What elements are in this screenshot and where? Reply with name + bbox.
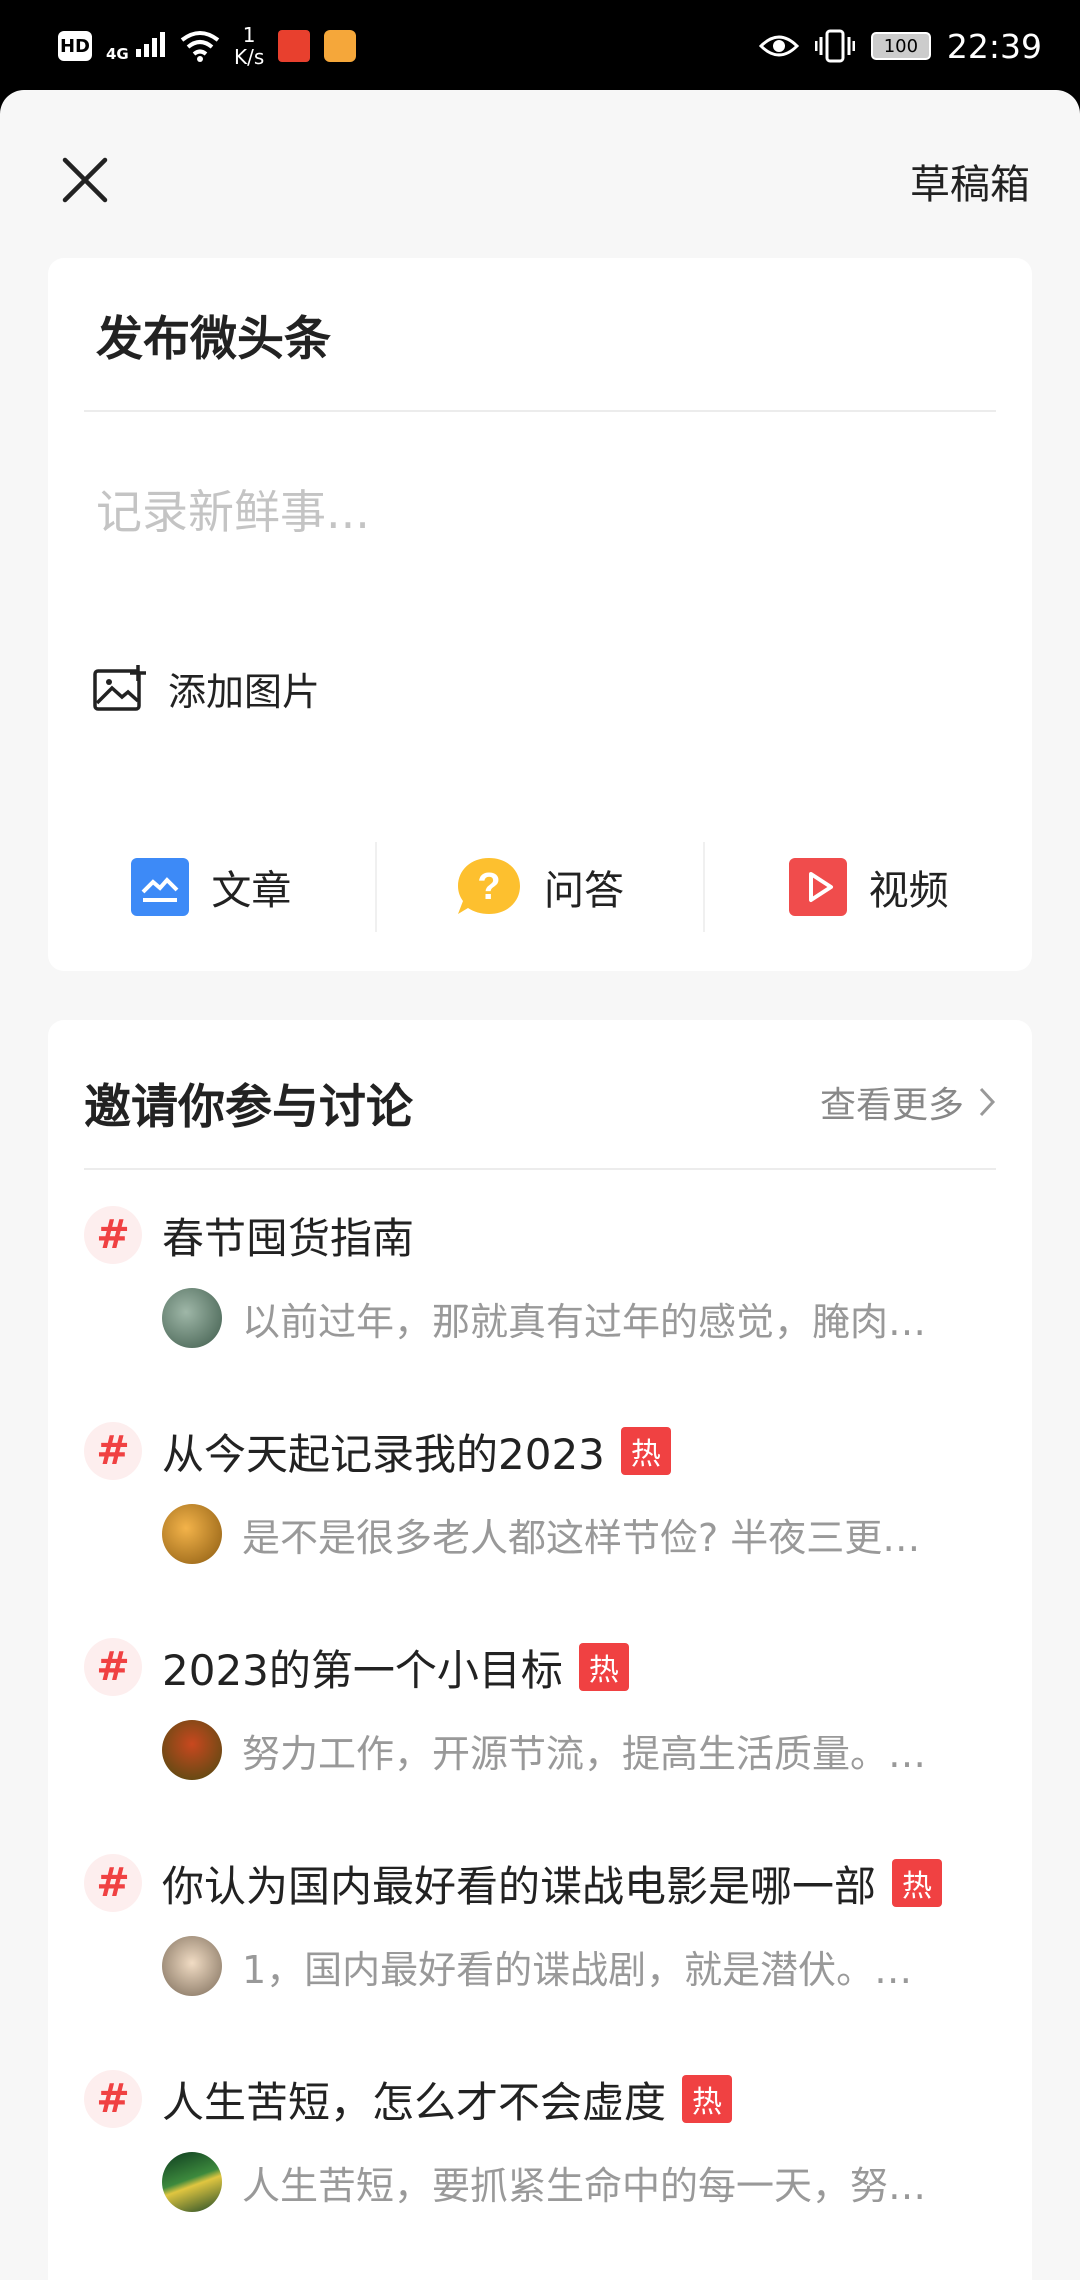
notification-app-icon xyxy=(278,30,311,62)
video-icon xyxy=(788,858,847,916)
topic-title-row: 人生苦短，怎么才不会虚度 热 xyxy=(162,2070,733,2128)
chevron-right-icon xyxy=(979,1087,996,1117)
discussion-header: 邀请你参与讨论 查看更多 xyxy=(84,1020,996,1170)
hashtag-icon: # xyxy=(84,2070,142,2128)
status-bar: HD 4G 1 K/s 100 22:39 xyxy=(0,0,1080,90)
wifi-icon xyxy=(180,31,220,62)
topic-title: 从今天起记录我的2023 xyxy=(162,1429,605,1479)
hashtag-icon: # xyxy=(84,1422,142,1480)
drafts-button[interactable]: 草稿箱 xyxy=(910,152,1030,210)
hot-badge: 热 xyxy=(892,1859,943,1907)
image-plus-icon xyxy=(93,665,146,711)
type-article-label: 文章 xyxy=(211,868,292,914)
topic-item[interactable]: # 你认为国内最好看的谍战电影是哪一部 热 1，国内最好看的谍战剧，就是潜伏。… xyxy=(84,1850,996,2050)
hashtag-icon: # xyxy=(84,1206,142,1264)
eye-icon xyxy=(758,35,799,57)
see-more-link[interactable]: 查看更多 xyxy=(820,1076,996,1128)
topic-excerpt: 以前过年，那就真有过年的感觉，腌肉… xyxy=(242,1299,927,1344)
type-video-label: 视频 xyxy=(868,868,949,914)
topic-preview: 1，国内最好看的谍战剧，就是潜伏。… xyxy=(162,1935,996,1997)
post-type-card: 文章 ? 问答 视频 xyxy=(48,803,1032,971)
avatar xyxy=(162,1288,222,1348)
composer-title: 发布微头条 xyxy=(96,312,331,367)
topic-title-row: 从今天起记录我的2023 热 xyxy=(162,1422,671,1480)
post-text-input[interactable]: 记录新鲜事... xyxy=(96,476,370,542)
type-qa-label: 问答 xyxy=(544,868,624,914)
hot-badge: 热 xyxy=(620,1427,671,1475)
topic-title: 你认为国内最好看的谍战电影是哪一部 xyxy=(162,1861,877,1911)
topic-preview: 努力工作，开源节流，提高生活质量。… xyxy=(162,1719,996,1781)
clock: 22:39 xyxy=(946,26,1042,66)
signal-icon xyxy=(135,31,165,57)
status-left: HD 4G 1 K/s xyxy=(58,18,357,74)
avatar xyxy=(162,1720,222,1780)
discussion-card: 邀请你参与讨论 查看更多 # 春节囤货指南 以前过年，那就真有过年的感觉，腌肉…… xyxy=(48,1020,1032,2280)
topic-excerpt: 1，国内最好看的谍战剧，就是潜伏。… xyxy=(242,1947,913,1992)
topic-item[interactable]: # 2023的第一个小目标 热 努力工作，开源节流，提高生活质量。… xyxy=(84,1634,996,1834)
topic-preview: 人生苦短，要抓紧生命中的每一天，努… xyxy=(162,2151,996,2213)
hot-badge: 热 xyxy=(578,1643,629,1691)
topic-title-row: 2023的第一个小目标 热 xyxy=(162,1638,629,1696)
topic-title: 春节囤货指南 xyxy=(162,1213,415,1263)
type-article-button[interactable]: 文章 xyxy=(48,803,375,971)
network-indicator: 4G xyxy=(106,31,166,62)
topic-item[interactable]: # 人生苦短，怎么才不会虚度 热 人生苦短，要抓紧生命中的每一天，努… xyxy=(84,2066,996,2266)
topic-preview: 以前过年，那就真有过年的感觉，腌肉… xyxy=(162,1287,996,1349)
divider xyxy=(84,410,996,412)
close-button[interactable] xyxy=(55,150,115,210)
article-icon xyxy=(131,858,190,916)
discussion-title: 邀请你参与讨论 xyxy=(84,1080,413,1135)
hot-badge: 热 xyxy=(682,2075,733,2123)
type-qa-button[interactable]: ? 问答 xyxy=(377,803,704,971)
question-icon: ? xyxy=(458,858,520,914)
topic-title-row: 春节囤货指南 xyxy=(162,1206,414,1264)
vibrate-icon xyxy=(814,29,855,63)
hashtag-icon: # xyxy=(84,1638,142,1696)
topic-excerpt: 努力工作，开源节流，提高生活质量。… xyxy=(242,1731,927,1776)
avatar xyxy=(162,1936,222,1996)
speed-unit: K/s xyxy=(233,45,265,69)
topic-preview: 是不是很多老人都这样节俭? 半夜三更… xyxy=(162,1503,996,1565)
network-speed: 1 K/s xyxy=(234,24,264,68)
post-composer-card: 发布微头条 记录新鲜事... 添加图片 xyxy=(48,258,1032,846)
topic-title: 人生苦短，怎么才不会虚度 xyxy=(162,2077,667,2127)
topic-title-row: 你认为国内最好看的谍战电影是哪一部 热 xyxy=(162,1854,943,1912)
hd-badge: HD xyxy=(58,31,92,61)
notification-app-icon xyxy=(324,30,357,62)
see-more-label: 查看更多 xyxy=(819,1085,964,1126)
speed-value: 1 xyxy=(242,23,256,47)
hashtag-icon: # xyxy=(84,1854,142,1912)
topic-item[interactable]: # 春节囤货指南 以前过年，那就真有过年的感觉，腌肉… xyxy=(84,1202,996,1402)
topic-excerpt: 是不是很多老人都这样节俭? 半夜三更… xyxy=(242,1515,921,1560)
svg-text:?: ? xyxy=(477,866,500,908)
status-right: 100 22:39 xyxy=(758,20,1042,72)
battery-indicator: 100 xyxy=(870,32,931,60)
avatar xyxy=(162,1504,222,1564)
publish-sheet: 草稿箱 发布微头条 记录新鲜事... 添加图片 文章 ? 问答 视频 邀请你参与… xyxy=(0,90,1080,2280)
add-image-label: 添加图片 xyxy=(168,669,321,714)
type-video-button[interactable]: 视频 xyxy=(705,803,1032,971)
add-image-button[interactable]: 添加图片 xyxy=(92,658,320,718)
avatar xyxy=(162,2152,222,2212)
close-icon xyxy=(62,157,108,203)
network-type: 4G xyxy=(106,44,129,63)
topic-excerpt: 人生苦短，要抓紧生命中的每一天，努… xyxy=(242,2163,927,2208)
topic-title: 2023的第一个小目标 xyxy=(162,1645,563,1695)
topic-item[interactable]: # 从今天起记录我的2023 热 是不是很多老人都这样节俭? 半夜三更… xyxy=(84,1418,996,1618)
